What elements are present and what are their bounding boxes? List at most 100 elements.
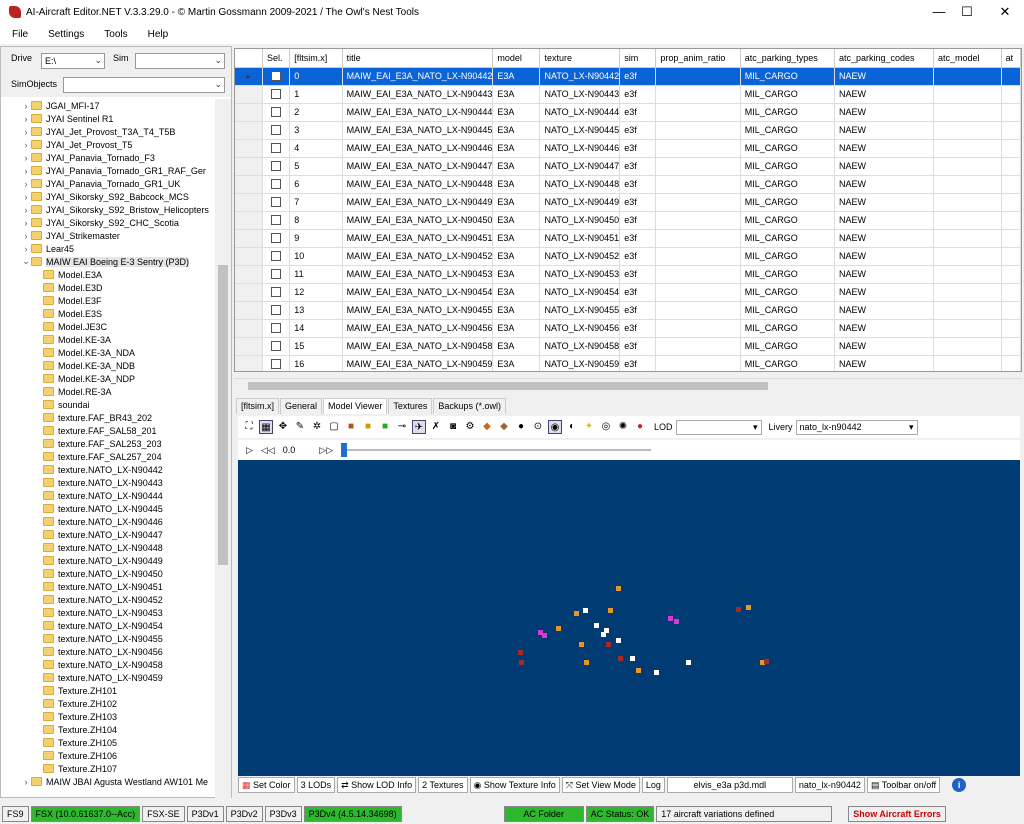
menu-settings[interactable]: Settings	[36, 29, 92, 40]
chevron-right-icon[interactable]: ›	[21, 231, 31, 241]
table-cell[interactable]: NATO_LX-N90456	[539, 319, 621, 338]
table-cell[interactable]	[655, 247, 741, 266]
table-cell[interactable]: 8	[289, 211, 343, 230]
tree-node[interactable]: › JYAI_Sikorsky_S92_Bristow_Helicopters	[21, 203, 209, 216]
table-cell[interactable]: E3A	[492, 121, 541, 140]
shading-icon[interactable]: ◐	[565, 420, 579, 434]
table-cell[interactable]: E3A	[492, 319, 541, 338]
table-cell[interactable]	[655, 319, 741, 338]
chevron-right-icon[interactable]: ›	[21, 166, 31, 176]
table-cell[interactable]: 10	[289, 247, 343, 266]
column-header[interactable]	[235, 49, 263, 68]
tree-node[interactable]: Model.KE-3A_NDB	[33, 359, 135, 372]
table-cell[interactable]: e3f	[619, 319, 657, 338]
table-cell[interactable]: NAEW	[834, 67, 934, 86]
tree-node[interactable]: texture.NATO_LX-N90442	[33, 463, 163, 476]
tree-node[interactable]: Model.E3F	[33, 294, 102, 307]
tree-node[interactable]: Model.KE-3A_NDA	[33, 346, 135, 359]
table-cell[interactable]: MIL_CARGO	[740, 319, 835, 338]
table-cell[interactable]	[933, 211, 1002, 230]
select-checkbox[interactable]	[271, 251, 282, 262]
chevron-right-icon[interactable]: ›	[21, 192, 31, 202]
p3dv3-button[interactable]: P3Dv3	[264, 806, 302, 822]
table-row[interactable]: 6 MAIW_EAI_E3A_NATO_LX-N90448 E3A NATO_LX-N…	[235, 175, 1021, 194]
table-cell[interactable]: NAEW	[834, 175, 934, 194]
livery-select[interactable]: nato_lx-n90442 ▾	[795, 419, 918, 435]
tree-node[interactable]: › JYAI_Strikemaster	[21, 229, 120, 242]
camera-icon[interactable]: ◙	[446, 420, 460, 434]
chevron-right-icon[interactable]: ›	[21, 127, 31, 137]
table-cell[interactable]	[655, 193, 741, 212]
table-cell[interactable]: e3f	[619, 85, 657, 104]
set-view-mode-button[interactable]: ⤧ Set View Mode	[561, 777, 640, 793]
model-viewport[interactable]	[238, 460, 1020, 776]
table-cell[interactable]: e3f	[619, 67, 657, 86]
table-cell[interactable]: NATO_LX-N90449	[539, 193, 621, 212]
column-header[interactable]: sim	[619, 49, 657, 68]
column-header[interactable]: model	[492, 49, 541, 68]
table-cell[interactable]: NAEW	[834, 265, 934, 284]
select-checkbox[interactable]	[271, 323, 282, 334]
tree-node[interactable]: Model.KE-3A_NDP	[33, 372, 135, 385]
table-cell[interactable]: MAIW_EAI_E3A_NATO_LX-N90451	[342, 229, 494, 248]
table-row[interactable]: 4 MAIW_EAI_E3A_NATO_LX-N90446 E3A NATO_LX-N…	[235, 139, 1021, 158]
table-cell[interactable]: MAIW_EAI_E3A_NATO_LX-N90446	[342, 139, 494, 158]
table-cell[interactable]	[933, 355, 1002, 371]
select-checkbox[interactable]	[271, 161, 282, 172]
chevron-right-icon[interactable]: ›	[21, 179, 31, 189]
wireframe-icon[interactable]: ▢	[327, 420, 341, 434]
select-checkbox[interactable]	[271, 143, 282, 154]
tree-node[interactable]: texture.NATO_LX-N90452	[33, 593, 163, 606]
table-cell[interactable]: NATO_LX-N90448	[539, 175, 621, 194]
chevron-right-icon[interactable]: ›	[21, 153, 31, 163]
info-icon[interactable]: i	[952, 778, 967, 792]
column-header[interactable]: at	[1001, 49, 1021, 68]
table-cell[interactable]: MAIW_EAI_E3A_NATO_LX-N90444	[342, 103, 494, 122]
table-cell[interactable]	[933, 247, 1002, 266]
tree-node[interactable]: Texture.ZH102	[33, 697, 117, 710]
table-row[interactable]: 16 MAIW_EAI_E3A_NATO_LX-N90459 E3A NATO_LX-…	[235, 355, 1021, 371]
row-header[interactable]	[235, 193, 263, 212]
tree-node[interactable]: Model.KE-3A	[33, 333, 111, 346]
table-cell[interactable]: E3A	[492, 265, 541, 284]
table-cell[interactable]	[933, 121, 1002, 140]
column-header[interactable]: atc_model	[933, 49, 1002, 68]
column-header[interactable]: atc_parking_types	[740, 49, 835, 68]
tree-node[interactable]: texture.NATO_LX-N90447	[33, 528, 163, 541]
grid-horizontal-scrollbar[interactable]	[234, 378, 1022, 392]
table-cell[interactable]: E3A	[492, 247, 541, 266]
row-header[interactable]	[235, 301, 263, 320]
row-header[interactable]	[235, 355, 263, 371]
tree-node[interactable]: › JYAI_Panavia_Tornado_GR1_RAF_Ger	[21, 164, 206, 177]
table-cell[interactable]	[933, 67, 1002, 86]
chevron-right-icon[interactable]: ›	[21, 218, 31, 228]
log-button[interactable]: Log	[641, 777, 665, 793]
select-checkbox[interactable]	[271, 233, 282, 244]
tools-icon[interactable]: ✗	[429, 420, 443, 434]
table-cell[interactable]: e3f	[619, 139, 657, 158]
select-checkbox[interactable]	[271, 269, 282, 280]
table-cell[interactable]: E3A	[492, 85, 541, 104]
table-cell[interactable]	[655, 301, 741, 320]
table-cell[interactable]: MAIW_EAI_E3A_NATO_LX-N90450	[342, 211, 494, 230]
apple-icon[interactable]: ●	[633, 420, 647, 434]
chevron-right-icon[interactable]: ›	[21, 777, 31, 787]
chevron-down-icon[interactable]: ⌄	[21, 256, 31, 267]
maximize-button[interactable]: ☐	[950, 0, 984, 24]
table-cell[interactable]: 3	[289, 121, 343, 140]
table-cell[interactable]: NATO_LX-N90458	[539, 337, 621, 356]
row-header[interactable]	[235, 85, 263, 104]
table-cell[interactable]	[655, 67, 741, 86]
tree-node[interactable]: texture.FAF_SAL253_203	[33, 437, 162, 450]
tree-node[interactable]: Texture.ZH107	[33, 762, 117, 775]
tree-node[interactable]: › JYAI_Panavia_Tornado_F3	[21, 151, 155, 164]
texture-icon[interactable]: ■	[344, 420, 358, 434]
table-cell[interactable]: MAIW_EAI_E3A_NATO_LX-N90458	[342, 337, 494, 356]
tree-node[interactable]: texture.NATO_LX-N90456	[33, 645, 163, 658]
tree-node[interactable]: Texture.ZH101	[33, 684, 117, 697]
table-cell[interactable]	[655, 139, 741, 158]
select-checkbox[interactable]	[271, 341, 282, 352]
table-cell[interactable]: NATO_LX-N90459	[539, 355, 621, 371]
table-cell[interactable]: 0	[289, 67, 343, 86]
table-cell[interactable]: E3A	[492, 157, 541, 176]
